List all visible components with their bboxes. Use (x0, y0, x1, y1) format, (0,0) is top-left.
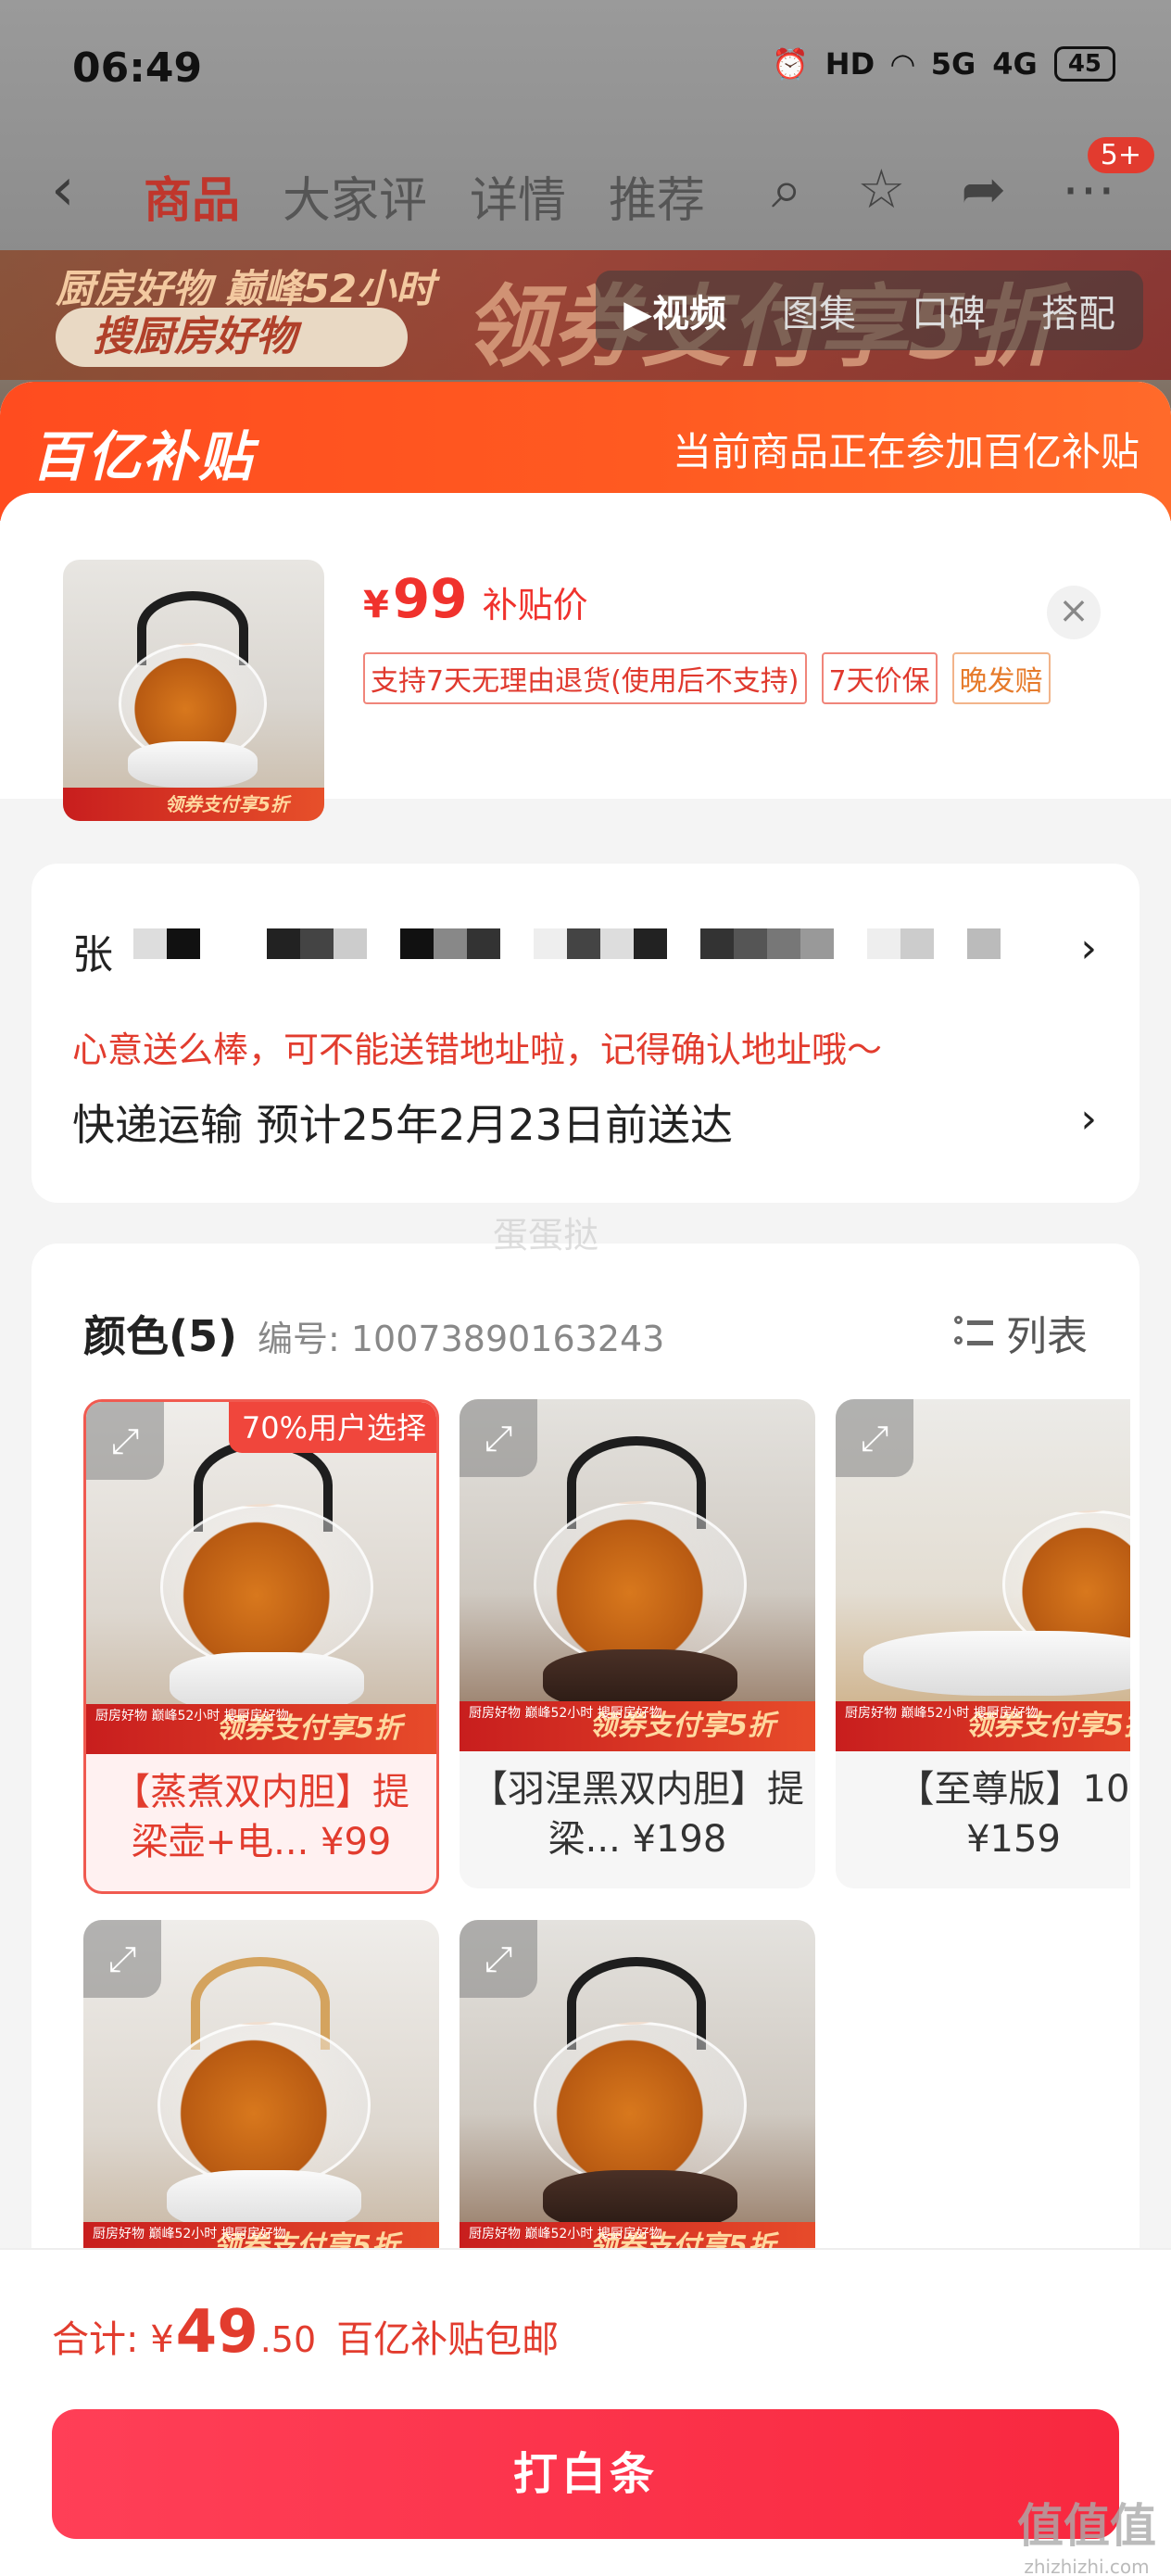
subsidy-tip: 当前商品正在参加百亿补贴 (672, 429, 1140, 474)
variant-promo: 厨房好物 巅峰52小时 搜厨房好物领券支付享5折 (460, 1701, 815, 1751)
status-time: 06:49 (72, 44, 203, 92)
list-icon (954, 1314, 993, 1351)
tab-details[interactable]: 详情 (470, 161, 566, 231)
shipping-note: 百亿补贴包邮 (336, 2318, 560, 2361)
price-label: 补贴价 (482, 585, 588, 625)
variant-promo: 厨房好物 巅峰52小时 搜厨房好物领券支付享5折 (836, 1701, 1130, 1751)
product-thumbnail[interactable]: 领券支付享5折 (63, 560, 324, 821)
expand-icon[interactable]: ⤢ (86, 1402, 164, 1480)
variant-card[interactable]: ⤢ 厨房好物 巅峰52小时 搜厨房好物 领券支付享5折 【羽涅黑双内胆】提梁...… (460, 1399, 815, 1888)
total-price: 合计: ¥49.50 百亿补贴包邮 (52, 2298, 560, 2367)
wifi-icon: ◠ (891, 46, 914, 82)
tab-product[interactable]: 商品 (144, 161, 240, 231)
list-view-button[interactable]: 列表 (954, 1303, 1088, 1362)
tag-return: 支持7天无理由退货(使用后不支持) (363, 652, 807, 704)
variant-image: ⤢ 厨房好物 巅峰52小时 搜厨房好物领券支付享5折 (83, 1920, 439, 2272)
variant-promo: 厨房好物 巅峰52小时 搜厨房好物领券支付享5折 (86, 1704, 436, 1754)
variant-image: ⤢ 厨房好物 巅峰52小时 搜厨房好物领券支付享5折 (86, 1402, 436, 1754)
product-code: 编号: 10073890163243 (258, 1319, 665, 1359)
variant-card[interactable]: 70%用户选择 ⤢ 厨房好物 巅峰52小时 搜厨房好物 领券支付享5折 【蒸煮双内… (83, 1399, 439, 1894)
popular-badge: 70%用户选择 (228, 1402, 436, 1453)
close-icon[interactable]: × (1047, 586, 1101, 639)
subsidy-logo: 百亿补贴 (31, 425, 255, 488)
media-tab-reviews[interactable]: 口碑 (912, 284, 986, 337)
media-tabs: ▶视频 图集 口碑 搭配 (596, 271, 1143, 350)
shipping-chevron-icon[interactable]: › (1080, 1095, 1097, 1143)
service-tags: 支持7天无理由退货(使用后不支持) 7天价保 晚发赔 (363, 652, 1051, 704)
expand-icon[interactable]: ⤢ (83, 1920, 161, 1998)
pot-body (534, 1501, 747, 1668)
product-nav: ‹ 商品 大家评 详情 推荐 ⌕ ☆ ➦ ⋯ 5+ (0, 137, 1171, 232)
media-tab-gallery[interactable]: 图集 (782, 284, 856, 337)
pot-body (160, 1504, 373, 1671)
address-chevron-icon: › (1080, 925, 1097, 972)
address-redacted (133, 928, 1078, 990)
signal-4g-icon: 4G (992, 46, 1038, 82)
product-header: 领券支付享5折 ¥ 99 补贴价 × 支持7天无理由退货(使用后不支持) 7天价… (0, 493, 1171, 821)
search-icon[interactable]: ⌕ (772, 158, 801, 221)
status-bar: 06:49 ⏰ HD ◠ 5G 4G 45 (0, 37, 1171, 102)
address-card[interactable]: 张 › 心意送么棒，可不能送错地址啦，记得确认地址哦～ 快递运输 预计25年2月… (31, 864, 1140, 1203)
tab-reviews[interactable]: 大家评 (283, 161, 427, 231)
site-watermark: 值值值 zhizhizhi.com (1017, 2499, 1156, 2576)
nav-tabs: 商品 大家评 详情 推荐 (144, 161, 705, 231)
battery-icon: 45 (1053, 46, 1115, 82)
tag-price-protect: 7天价保 (821, 652, 938, 704)
tab-recommend[interactable]: 推荐 (609, 161, 705, 231)
tag-late-compensation: 晚发赔 (951, 652, 1051, 704)
pot-base (863, 1631, 1130, 1696)
shipping-estimate: 快递运输 预计25年2月23日前送达 (72, 1100, 733, 1150)
signal-5g-icon: 5G (930, 46, 976, 82)
promo-banner-text: 厨房好物 巅峰52小时 (56, 266, 435, 311)
expand-icon[interactable]: ⤢ (460, 1920, 537, 1998)
message-badge: 5+ (1087, 137, 1154, 173)
status-icons: ⏰ HD ◠ 5G 4G 45 (772, 46, 1115, 82)
price-currency: ¥ (363, 584, 389, 626)
address-recipient: 张 (72, 931, 113, 979)
variant-card[interactable]: ⤢ 厨房好物 巅峰52小时 搜厨房好物领券支付享5折 【至尊版】10 ¥159 (836, 1399, 1130, 1888)
total-bar: 合计: ¥49.50 百亿补贴包邮 (0, 2248, 1171, 2391)
variant-image: ⤢ 厨房好物 巅峰52小时 搜厨房好物领券支付享5折 (836, 1399, 1130, 1751)
chevron-left-icon[interactable]: ‹ (51, 156, 75, 224)
hd-icon: HD (825, 46, 875, 82)
variant-label: 【至尊版】10 ¥159 (897, 1768, 1130, 1861)
variant-grid: 70%用户选择 ⤢ 厨房好物 巅峰52小时 搜厨房好物 领券支付享5折 【蒸煮双内… (83, 1399, 1130, 2355)
color-selection-card: 颜色(5) 编号: 10073890163243 列表 70%用户选择 ⤢ 厨房… (31, 1244, 1140, 2355)
share-icon[interactable]: ➦ (961, 158, 1006, 221)
pot-body (157, 2022, 371, 2189)
color-title: 颜色(5) (83, 1311, 238, 1361)
variant-label: 【蒸煮双内胆】提梁壶+电... ¥99 (113, 1771, 409, 1863)
list-view-label: 列表 (1006, 1313, 1088, 1360)
nav-actions: ⌕ ☆ ➦ ⋯ (772, 158, 1115, 221)
address-warning: 心意送么棒，可不能送错地址啦，记得确认地址哦～ (72, 1029, 883, 1070)
alarm-icon: ⏰ (771, 46, 809, 82)
variant-image: ⤢ 厨房好物 巅峰52小时 搜厨房好物领券支付享5折 (460, 1920, 815, 2272)
pay-with-baitiao-button[interactable]: 打白条 (52, 2409, 1119, 2539)
pay-area: 打白条 (0, 2391, 1171, 2576)
promo-search-pill: 搜厨房好物 (56, 308, 408, 367)
star-icon[interactable]: ☆ (857, 158, 905, 221)
price-value: 99 (392, 567, 468, 630)
variant-image: ⤢ 厨房好物 巅峰52小时 搜厨房好物领券支付享5折 (460, 1399, 815, 1751)
media-tab-video[interactable]: ▶视频 (623, 284, 726, 337)
pot-base (128, 741, 258, 788)
thumb-promo: 领券支付享5折 (63, 788, 324, 821)
media-tab-combo[interactable]: 搭配 (1041, 284, 1115, 337)
expand-icon[interactable]: ⤢ (460, 1399, 537, 1477)
sku-selection-sheet: 百亿补贴 当前商品正在参加百亿补贴 领券支付享5折 ¥ 99 补贴价 × 支持7… (0, 382, 1171, 2576)
expand-icon[interactable]: ⤢ (836, 1399, 913, 1477)
watermark-text: 蛋蛋挞 (493, 1215, 599, 1256)
variant-label: 【羽涅黑双内胆】提梁... ¥198 (471, 1768, 804, 1861)
pot-body (534, 2022, 747, 2189)
price-line: ¥ 99 补贴价 (363, 567, 588, 630)
